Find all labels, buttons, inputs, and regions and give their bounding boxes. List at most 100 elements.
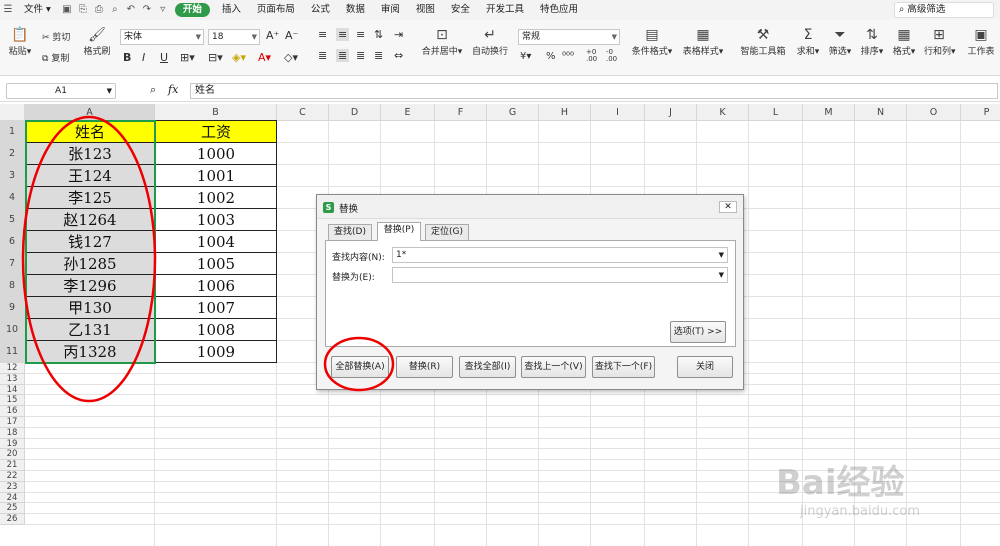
find-next-button[interactable]: 查找下一个(F) (592, 356, 655, 378)
row-header-7[interactable]: 7 (0, 253, 25, 275)
print-preview-icon[interactable]: ⌕ (107, 0, 123, 20)
copy-button[interactable]: ⧉ 复制 (42, 51, 69, 64)
column-header-p[interactable]: P (961, 104, 1000, 121)
text-direction-icon[interactable]: ⇅ (374, 28, 383, 41)
rows-cols-button[interactable]: ⊞ 行和列▾ (924, 26, 956, 57)
currency-icon[interactable]: ¥▾ (520, 51, 531, 62)
find-input[interactable]: 1* ▼ (392, 247, 728, 263)
increase-decimal-icon[interactable]: +0.00 (586, 49, 597, 63)
row-header-2[interactable]: 2 (0, 143, 25, 165)
cell-b5[interactable]: 1003 (155, 209, 277, 231)
column-header-b[interactable]: B (155, 104, 277, 121)
zoom-search-icon[interactable]: ⌕ (150, 83, 156, 97)
cell-b10[interactable]: 1008 (155, 319, 277, 341)
column-header-c[interactable]: C (277, 104, 329, 121)
distribute-icon[interactable]: ⇔ (394, 49, 403, 62)
number-format-select[interactable]: 常规 ▼ (518, 29, 620, 45)
cell-a2[interactable]: 张123 (25, 143, 155, 165)
cell-a4[interactable]: 李125 (25, 187, 155, 209)
row-header-15[interactable]: 15 (0, 395, 25, 407)
tab-replace[interactable]: 替换(P) (377, 222, 421, 241)
row-header-25[interactable]: 25 (0, 503, 25, 515)
column-header-k[interactable]: K (697, 104, 749, 121)
decrease-font-icon[interactable]: A⁻ (285, 29, 298, 42)
cell-a3[interactable]: 王124 (25, 165, 155, 187)
redo-icon[interactable]: ↷ (139, 0, 155, 20)
column-header-n[interactable]: N (855, 104, 907, 121)
paste-button[interactable]: 📋 粘贴▾ (8, 26, 32, 57)
print-icon[interactable]: ⎙ (91, 0, 107, 20)
column-header-i[interactable]: I (591, 104, 645, 121)
clear-format-icon[interactable]: ◇▾ (284, 51, 298, 64)
file-menu[interactable]: 文件 ▾ (16, 0, 59, 20)
close-button[interactable]: 关闭 (677, 356, 733, 378)
replace-all-button[interactable]: 全部替换(A) (331, 356, 389, 378)
align-right-icon[interactable]: ≣ (356, 49, 365, 62)
replace-button[interactable]: 替换(R) (396, 356, 453, 378)
filter-button[interactable]: ⏷ 筛选▾ (828, 26, 852, 57)
row-header-22[interactable]: 22 (0, 471, 25, 482)
find-all-button[interactable]: 查找全部(I) (459, 356, 516, 378)
row-header-12[interactable]: 12 (0, 363, 25, 374)
cell-b7[interactable]: 1005 (155, 253, 277, 275)
row-header-3[interactable]: 3 (0, 165, 25, 187)
align-left-icon[interactable]: ≣ (318, 49, 327, 62)
save-icon[interactable]: ▣ (59, 0, 75, 20)
export-pdf-icon[interactable]: ⎘ (75, 0, 91, 20)
tab-view[interactable]: 视图 (408, 0, 443, 20)
row-header-17[interactable]: 17 (0, 417, 25, 428)
column-header-g[interactable]: G (487, 104, 539, 121)
percent-icon[interactable]: % (546, 51, 556, 62)
cell-a9[interactable]: 甲130 (25, 297, 155, 319)
column-header-o[interactable]: O (907, 104, 961, 121)
options-button[interactable]: 选项(T) >> (670, 321, 726, 343)
row-header-11[interactable]: 11 (0, 341, 25, 363)
cell-b11[interactable]: 1009 (155, 341, 277, 363)
row-header-16[interactable]: 16 (0, 406, 25, 417)
sum-button[interactable]: Σ 求和▾ (796, 26, 820, 57)
command-search-box[interactable]: ⌕ 高级筛选 (894, 2, 994, 18)
tab-formulas[interactable]: 公式 (303, 0, 338, 20)
align-bottom-icon[interactable]: ≡ (356, 28, 365, 41)
formula-input[interactable]: 姓名 (190, 83, 998, 99)
align-middle-icon[interactable]: ≡ (336, 28, 350, 41)
smart-toolbox-button[interactable]: ⚒ 智能工具箱 (740, 26, 786, 57)
cell-a8[interactable]: 李1296 (25, 275, 155, 297)
row-header-24[interactable]: 24 (0, 492, 25, 504)
cell-a10[interactable]: 乙131 (25, 319, 155, 341)
align-top-icon[interactable]: ≡ (318, 28, 327, 41)
customize-toolbar-icon[interactable]: ▿ (155, 0, 171, 20)
column-header-m[interactable]: M (803, 104, 855, 121)
italic-icon[interactable]: I (142, 51, 145, 64)
merge-icon[interactable]: ⊟▾ (208, 51, 223, 64)
underline-icon[interactable]: U (160, 51, 168, 64)
close-icon[interactable]: ✕ (719, 201, 737, 213)
cell-b3[interactable]: 1001 (155, 165, 277, 187)
hamburger-menu-icon[interactable]: ☰ (0, 0, 16, 20)
tab-security[interactable]: 安全 (443, 0, 478, 20)
row-header-1[interactable]: 1 (0, 121, 25, 143)
name-box[interactable]: A1 ▼ (6, 83, 116, 99)
fx-icon[interactable]: fx (168, 83, 178, 96)
column-header-h[interactable]: H (539, 104, 591, 121)
decrease-decimal-icon[interactable]: -0.00 (606, 49, 617, 63)
row-header-6[interactable]: 6 (0, 231, 25, 253)
border-icon[interactable]: ⊞▾ (180, 51, 195, 64)
cell-b6[interactable]: 1004 (155, 231, 277, 253)
sort-button[interactable]: ⇅ 排序▾ (860, 26, 884, 57)
find-previous-button[interactable]: 查找上一个(V) (521, 356, 586, 378)
cell-a11[interactable]: 丙1328 (25, 341, 155, 363)
row-header-18[interactable]: 18 (0, 427, 25, 439)
cell-a5[interactable]: 赵1264 (25, 209, 155, 231)
indent-icon[interactable]: ⇥ (394, 28, 403, 41)
tab-home[interactable]: 开始 (174, 3, 210, 17)
thousands-icon[interactable]: ⁰⁰⁰ (562, 51, 574, 62)
row-header-26[interactable]: 26 (0, 514, 25, 525)
tab-data[interactable]: 数据 (338, 0, 373, 20)
fill-color-icon[interactable]: ◈▾ (232, 51, 246, 64)
dialog-titlebar[interactable]: S 替换 ✕ (317, 195, 743, 219)
replace-input[interactable]: ▼ (392, 267, 728, 283)
tab-page-layout[interactable]: 页面布局 (249, 0, 303, 20)
row-header-10[interactable]: 10 (0, 319, 25, 341)
font-size-select[interactable]: 18 ▼ (208, 29, 260, 45)
